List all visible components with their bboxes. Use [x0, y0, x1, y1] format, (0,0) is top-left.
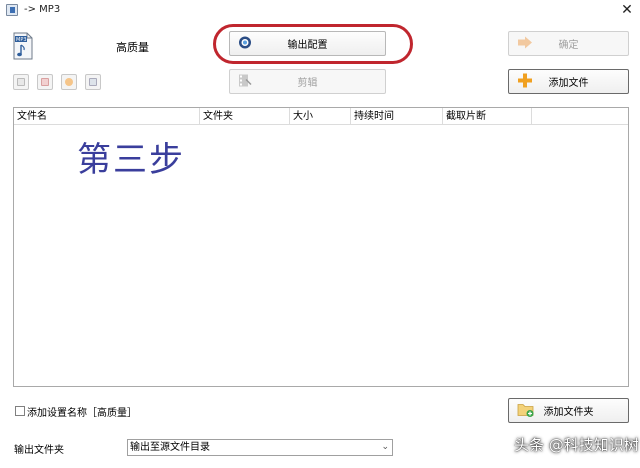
add-folder-label: 添加文件夹 [543, 407, 594, 418]
add-setting-name-label: 添加设置名称［高质量］ [27, 408, 137, 419]
add-setting-name-checkbox[interactable] [15, 406, 25, 416]
output-folder-value: 输出至源文件目录 [130, 442, 210, 453]
confirm-label: 确定 [558, 40, 579, 51]
confirm-button[interactable]: 确定 [508, 31, 629, 56]
window-title: -> MP3 [24, 4, 61, 15]
watermark: 头条 @科技知识树 [514, 436, 639, 454]
edit-label: 剪辑 [297, 78, 318, 89]
profile-quality-label: 高质量 [116, 41, 149, 54]
edit-button[interactable]: 剪辑 [229, 69, 386, 94]
add-folder-button[interactable]: 添加文件夹 [508, 398, 629, 423]
column-header-size[interactable]: 大小 [290, 108, 351, 125]
plus-icon [517, 72, 533, 91]
file-icon-text: MP3 [16, 37, 27, 43]
column-header-clip[interactable]: 截取片断 [443, 108, 532, 125]
folder-add-icon [517, 401, 535, 420]
title-bar: -> MP3 ✕ [0, 0, 640, 22]
info-icon[interactable] [85, 74, 101, 90]
film-edit-icon [238, 73, 252, 90]
chevron-down-icon: ⌄ [381, 442, 389, 452]
highlight-annotation [213, 24, 413, 64]
column-header-folder[interactable]: 文件夹 [200, 108, 290, 125]
column-header-filename[interactable]: 文件名 [14, 108, 200, 125]
add-file-button[interactable]: 添加文件 [508, 69, 629, 94]
app-icon [6, 4, 18, 16]
output-folder-label: 输出文件夹 [14, 445, 64, 456]
close-icon[interactable]: ✕ [616, 1, 638, 19]
add-file-label: 添加文件 [548, 78, 589, 89]
column-header-duration[interactable]: 持续时间 [351, 108, 443, 125]
play-icon[interactable] [61, 74, 77, 90]
mp3-file-icon: MP3 [12, 32, 34, 60]
arrow-right-icon [517, 35, 533, 52]
new-item-icon[interactable] [13, 74, 29, 90]
step-annotation: 第三步 [77, 140, 185, 180]
remove-item-icon[interactable] [37, 74, 53, 90]
output-folder-select[interactable]: 输出至源文件目录 ⌄ [127, 439, 393, 456]
file-list-header: 文件名 文件夹 大小 持续时间 截取片断 [14, 108, 628, 125]
